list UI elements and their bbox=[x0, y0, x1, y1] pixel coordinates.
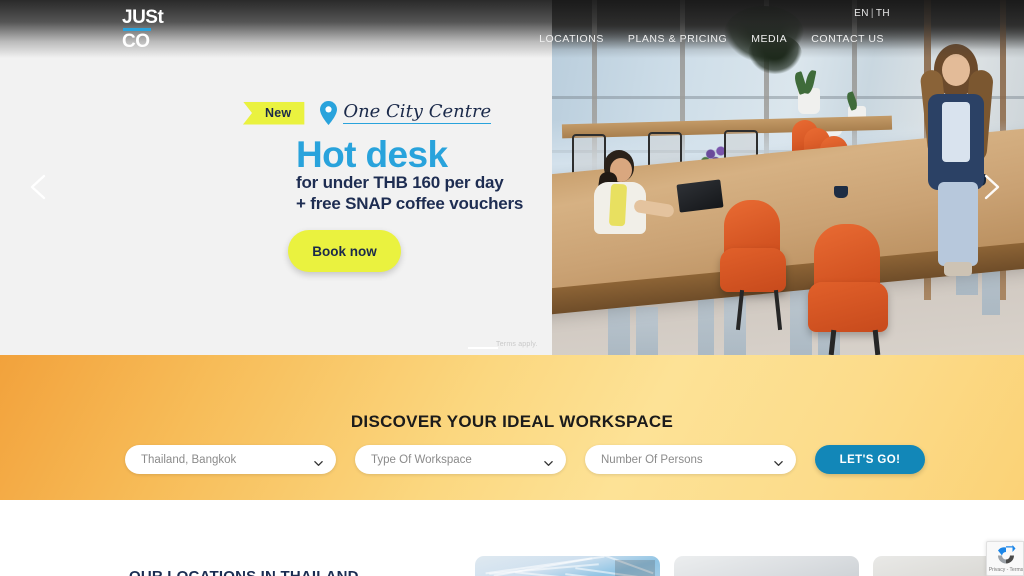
workspace-type-select[interactable]: Type Of Workspace bbox=[355, 445, 566, 474]
main-navigation: LOCATIONS PLANS & PRICING MEDIA CONTACT … bbox=[539, 33, 884, 45]
language-th[interactable]: TH bbox=[876, 8, 890, 19]
logo-text-co: CO bbox=[122, 31, 150, 52]
persons-select-value: Number Of Persons bbox=[601, 453, 703, 466]
locations-heading: OUR LOCATIONS IN THAILAND bbox=[129, 568, 359, 576]
location-select[interactable]: Thailand, Bangkok bbox=[125, 445, 336, 474]
recaptcha-label: Privacy - Terms bbox=[988, 567, 1024, 573]
terms-underline bbox=[468, 347, 498, 349]
book-now-button[interactable]: Book now bbox=[288, 230, 401, 272]
carousel-next-arrow[interactable] bbox=[974, 170, 1008, 204]
new-badge: New bbox=[243, 101, 305, 125]
search-title: DISCOVER YOUR IDEAL WORKSPACE bbox=[350, 412, 674, 431]
recaptcha-icon bbox=[994, 545, 1018, 566]
lets-go-button[interactable]: LET'S GO! bbox=[815, 445, 925, 474]
logo-text-just: JUSt bbox=[122, 7, 164, 28]
nav-item-contact-us[interactable]: CONTACT US bbox=[811, 33, 884, 45]
chevron-down-icon bbox=[544, 455, 553, 466]
locations-section: OUR LOCATIONS IN THAILAND bbox=[0, 500, 1024, 576]
page-root: New One City Centre Hot desk for under T… bbox=[0, 0, 1024, 576]
chevron-down-icon bbox=[774, 455, 783, 466]
workspace-search-form: Thailand, Bangkok Type Of Workspace Numb… bbox=[125, 445, 925, 474]
location-pin-icon bbox=[320, 101, 338, 125]
justco-logo[interactable]: JUSt CO bbox=[122, 8, 174, 51]
recaptcha-badge[interactable]: Privacy - Terms bbox=[986, 541, 1024, 576]
persons-select[interactable]: Number Of Persons bbox=[585, 445, 796, 474]
hero-headline: Hot desk bbox=[296, 134, 448, 175]
hero-subline-2: + free SNAP coffee vouchers bbox=[296, 194, 524, 213]
nav-item-media[interactable]: MEDIA bbox=[751, 33, 787, 45]
workspace-type-select-value: Type Of Workspace bbox=[371, 453, 472, 466]
hero-subline-1: for under THB 160 per day bbox=[296, 173, 504, 192]
chevron-down-icon bbox=[314, 455, 323, 466]
location-cards bbox=[475, 551, 1024, 576]
terms-apply-note: Terms apply. bbox=[496, 341, 538, 348]
language-switcher[interactable]: EN | TH bbox=[854, 8, 890, 19]
location-card-2[interactable] bbox=[493, 556, 859, 576]
language-en[interactable]: EN bbox=[854, 8, 869, 19]
site-header: JUSt CO EN | TH LOCATIONS PLANS & PRICING … bbox=[0, 0, 1024, 58]
nav-item-locations[interactable]: LOCATIONS bbox=[539, 33, 604, 45]
centre-name: One City Centre bbox=[343, 101, 492, 124]
location-select-value: Thailand, Bangkok bbox=[141, 453, 237, 466]
language-separator: | bbox=[870, 8, 874, 19]
carousel-prev-arrow[interactable] bbox=[22, 170, 56, 204]
nav-item-plans-pricing[interactable]: PLANS & PRICING bbox=[628, 33, 727, 45]
hero-centre-label: New One City Centre bbox=[243, 101, 492, 125]
